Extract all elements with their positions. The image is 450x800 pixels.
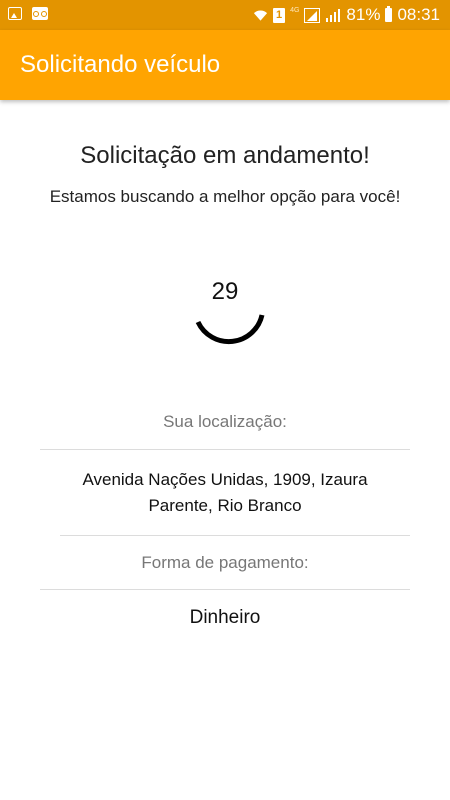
sim-icon: 1 xyxy=(273,7,286,23)
request-subheading: Estamos buscando a melhor opção para voc… xyxy=(49,187,401,206)
clock: 08:31 xyxy=(397,5,440,24)
signal-icon xyxy=(304,7,321,23)
network-type-label: 4G xyxy=(290,6,300,14)
page-title: Solicitando veículo xyxy=(20,51,221,78)
divider xyxy=(40,589,410,590)
address-line: Parente, Rio Branco xyxy=(148,496,302,515)
status-right-icons: 1 4G 81% 08:31 xyxy=(253,0,440,30)
location-address: Avenida Nações Unidas, 1909, Izaura Pare… xyxy=(0,467,450,519)
image-icon xyxy=(8,7,22,20)
loading-spinner xyxy=(195,314,265,345)
request-heading: Solicitação em andamento! xyxy=(80,142,370,169)
address-line: Avenida Nações Unidas, 1909, Izaura xyxy=(82,470,368,489)
app-bar: Solicitando veículo xyxy=(0,30,450,100)
status-bar: 1 4G 81% 08:31 xyxy=(0,0,450,30)
signal-icon xyxy=(326,8,341,22)
divider xyxy=(60,535,410,536)
status-left-icons xyxy=(8,7,48,20)
battery-icon xyxy=(385,6,393,22)
payment-label: Forma de pagamento: xyxy=(141,553,309,572)
divider xyxy=(40,449,410,450)
location-label: Sua localização: xyxy=(163,412,287,431)
payment-method: Dinheiro xyxy=(189,607,261,628)
battery-percent: 81% xyxy=(346,5,381,24)
voicemail-icon xyxy=(32,7,48,20)
wifi-icon xyxy=(254,10,268,21)
